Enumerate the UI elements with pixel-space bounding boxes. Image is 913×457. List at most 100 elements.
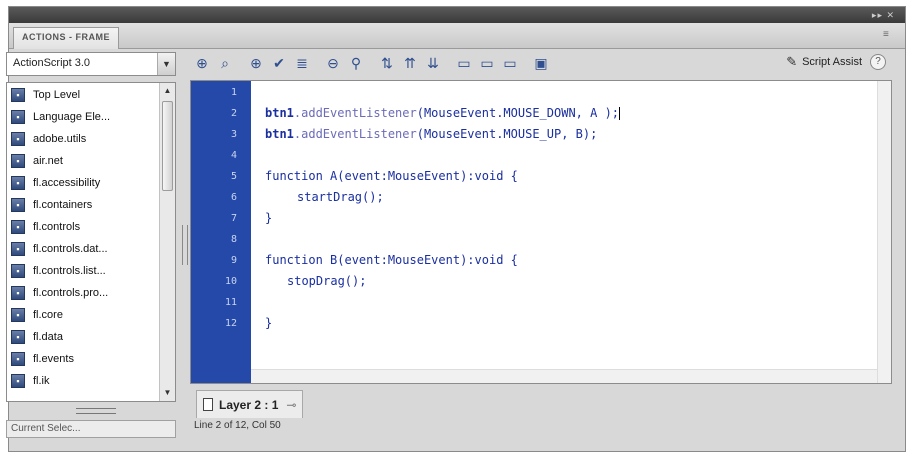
tab-actions-frame[interactable]: ACTIONS - FRAME [13,27,119,49]
panel-splitter[interactable] [182,225,188,265]
tree-item[interactable]: ▪ adobe.utils [11,129,86,149]
book-icon: ▪ [11,198,25,212]
actionscript-version-select[interactable]: ActionScript 3.0 ▼ [6,52,176,76]
add-script-icon[interactable]: ⊕ [192,53,212,73]
book-icon: ▪ [11,308,25,322]
scroll-thumb[interactable] [162,101,173,191]
tree-item-label: fl.containers [33,199,93,211]
panel-tab-row: ACTIONS - FRAME ≡ [9,23,905,49]
tree-item[interactable]: ▪ fl.controls [11,217,80,237]
tree-item[interactable]: ▪ fl.controls.pro... [11,283,108,303]
code-line-10: stopDrag(); [287,274,367,288]
tree-item[interactable]: ▪ fl.containers [11,195,92,215]
tree-item[interactable]: ▪ fl.core [11,305,63,325]
find-icon[interactable]: ⌕ [215,53,235,73]
expand-all-icon[interactable]: ⇊ [423,53,443,73]
wand-icon: ✎ [786,54,798,69]
code-line-5: function A(event:MouseEvent):void { [265,169,518,183]
scroll-up-icon[interactable]: ▲ [160,83,175,99]
script-editor[interactable]: 1 2 3 4 5 6 7 8 9 10 11 12 btn1.addEvent… [190,80,892,384]
line-number: 7 [230,213,237,224]
editor-horizontal-scrollbar[interactable] [251,369,877,383]
collapse-grip-icon[interactable]: ▸▸ ✕ [872,10,895,21]
panel-titlebar[interactable]: ▸▸ ✕ [9,7,905,23]
comment-line-icon[interactable]: ▭ [477,53,497,73]
tree-item[interactable]: ▪ fl.controls.dat... [11,239,108,259]
book-icon: ▪ [11,264,25,278]
line-number: 3 [230,129,237,140]
book-icon: ▪ [11,88,25,102]
panel-menu-icon[interactable]: ≡ [883,29,897,41]
tree-item[interactable]: ▪ Top Level [11,85,80,105]
book-icon: ▪ [11,374,25,388]
line-number: 5 [230,171,237,182]
collapse-selection-icon[interactable]: ⇈ [400,53,420,73]
book-icon: ▪ [11,154,25,168]
tree-item-label: fl.ik [33,375,50,387]
check-syntax-icon[interactable]: ✔ [269,53,289,73]
pin-icon[interactable]: ⊸ [286,398,296,412]
tree-item-label: fl.controls [33,221,81,233]
line-number: 8 [230,234,237,245]
tree-item[interactable]: ▪ fl.accessibility [11,173,100,193]
line-number: 11 [224,297,237,308]
book-icon: ▪ [11,352,25,366]
status-line: Line 2 of 12, Col 50 [194,420,281,431]
comment-block-icon[interactable]: ▭ [454,53,474,73]
current-selection-label: Current Selec... [11,423,81,434]
line-number-gutter: 1 2 3 4 5 6 7 8 9 10 11 12 [191,81,251,383]
line-number: 12 [224,318,237,329]
tree-item-label: fl.controls.pro... [33,287,109,299]
code-line-2: btn1.addEventListener(MouseEvent.MOUSE_D… [265,106,621,120]
tree-item-label: adobe.utils [33,133,87,145]
book-icon: ▪ [11,176,25,190]
line-number: 10 [224,276,237,287]
tree-item-label: fl.core [33,309,63,321]
code-line-6: startDrag(); [297,190,384,204]
editor-vertical-scrollbar[interactable] [877,81,891,383]
tree-item[interactable]: ▪ fl.events [11,349,74,369]
collapse-between-icon[interactable]: ⇅ [377,53,397,73]
debug-options-icon[interactable]: ⚲ [346,53,366,73]
tree-item[interactable]: ▪ air.net [11,151,63,171]
help-icon[interactable]: ? [870,54,886,70]
book-icon: ▪ [11,110,25,124]
script-document-icon [203,398,213,411]
script-navigator[interactable]: Current Selec... [6,420,176,438]
toolbox-scrollbar[interactable]: ▲ ▼ [159,83,175,401]
line-number: 4 [230,150,237,161]
script-assist-button[interactable]: ✎ Script Assist [786,54,862,70]
code-line-9: function B(event:MouseEvent):void { [265,253,518,267]
version-select-value: ActionScript 3.0 [13,57,91,69]
code-hint-icon[interactable]: ⊖ [323,53,343,73]
tree-item[interactable]: ▪ fl.ik [11,371,50,391]
auto-format-icon[interactable]: ≣ [292,53,312,73]
tree-item[interactable]: ▪ Language Ele... [11,107,110,127]
tree-item-label: Language Ele... [33,111,111,123]
book-icon: ▪ [11,330,25,344]
tree-item[interactable]: ▪ fl.data [11,327,63,347]
scroll-down-icon[interactable]: ▼ [160,385,175,401]
uncomment-icon[interactable]: ▭ [500,53,520,73]
code-line-3: btn1.addEventListener(MouseEvent.MOUSE_U… [265,127,598,141]
script-tab-layer[interactable]: Layer 2 : 1 ⊸ [196,390,304,418]
book-icon: ▪ [11,220,25,234]
toolbox-tree: ▪ Top Level ▪ Language Ele... ▪ adobe.utils… [6,82,176,402]
chevron-down-icon[interactable]: ▼ [157,53,175,75]
tree-item-label: fl.controls.dat... [33,243,108,255]
toolbox-splitter[interactable] [76,408,116,414]
actions-toolbox: ActionScript 3.0 ▼ ▪ Top Level ▪ Language … [6,48,182,440]
book-icon: ▪ [11,242,25,256]
target-icon[interactable]: ⊕ [246,53,266,73]
show-hide-toolbox-icon[interactable]: ▣ [531,53,551,73]
tree-item[interactable]: ▪ fl.controls.list... [11,261,106,281]
text-cursor [619,107,621,120]
line-number: 9 [230,255,237,266]
line-number: 2 [230,108,237,119]
layer-tab-label: Layer 2 : 1 [219,397,279,412]
book-icon: ▪ [11,132,25,146]
code-line-7: } [265,211,273,225]
tree-item-label: fl.data [33,331,63,343]
script-assist-label: Script Assist [802,56,862,68]
tree-item-label: fl.controls.list... [33,265,106,277]
